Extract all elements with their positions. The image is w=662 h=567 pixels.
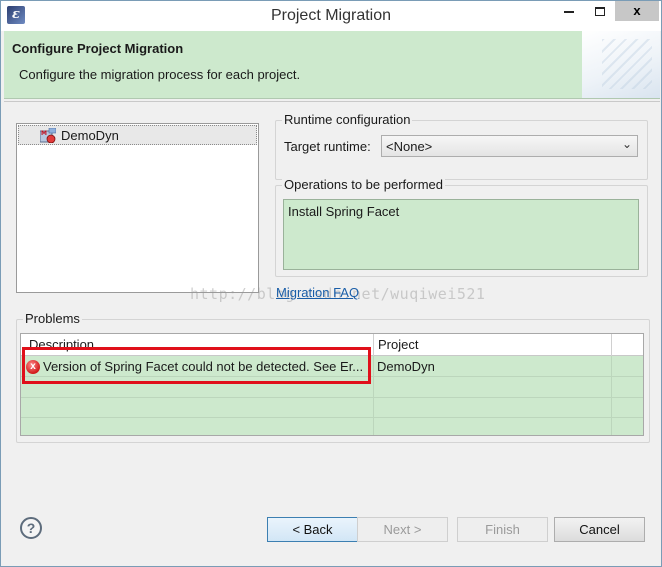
- column-header-filler: [611, 334, 643, 356]
- finish-button[interactable]: Finish: [457, 517, 548, 542]
- group-title: Runtime configuration: [282, 112, 413, 127]
- maximize-icon: [595, 7, 605, 17]
- problems-group: Problems Description Project x Version o…: [16, 311, 650, 443]
- migration-faq-link[interactable]: Migration FAQ: [276, 285, 359, 300]
- banner-description: Configure the migration process for each…: [19, 67, 301, 82]
- title-bar: ε Project Migration x: [1, 1, 661, 31]
- operations-list[interactable]: Install Spring Facet: [283, 199, 639, 270]
- cancel-button[interactable]: Cancel: [554, 517, 645, 542]
- banner-graphic: [582, 31, 660, 98]
- problem-project: DemoDyn: [377, 359, 435, 374]
- group-title: Problems: [23, 311, 82, 326]
- project-label: DemoDyn: [61, 128, 119, 143]
- chevron-down-icon: ⌄: [621, 137, 632, 151]
- runtime-configuration-group: Runtime configuration Target runtime: <N…: [275, 112, 648, 180]
- close-icon: x: [633, 3, 641, 18]
- maximize-button[interactable]: [585, 1, 615, 21]
- table-header: Description Project: [21, 334, 643, 356]
- group-title: Operations to be performed: [282, 177, 445, 192]
- wizard-banner: Configure Project Migration Configure th…: [4, 31, 660, 99]
- close-button[interactable]: x: [615, 1, 659, 21]
- table-row: [21, 378, 643, 398]
- maven-web-project-icon: M: [40, 128, 56, 143]
- banner-separator: [4, 101, 660, 102]
- table-row: [21, 418, 643, 435]
- operation-item: Install Spring Facet: [288, 204, 400, 219]
- svg-text:M: M: [41, 130, 47, 137]
- banner-title: Configure Project Migration: [12, 41, 184, 56]
- back-button[interactable]: < Back: [267, 517, 358, 542]
- problem-description: Version of Spring Facet could not be det…: [43, 359, 364, 374]
- operations-group: Operations to be performed Install Sprin…: [275, 177, 648, 277]
- target-runtime-select[interactable]: <None> ⌄: [381, 135, 638, 157]
- next-button[interactable]: Next >: [357, 517, 448, 542]
- project-migration-dialog: ε Project Migration x Configure Project …: [0, 0, 662, 567]
- table-row[interactable]: x Version of Spring Facet could not be d…: [21, 357, 643, 377]
- minimize-button[interactable]: [554, 1, 584, 21]
- help-icon[interactable]: ?: [20, 517, 42, 539]
- list-item[interactable]: M DemoDyn: [18, 125, 257, 145]
- column-header-description[interactable]: Description: [25, 334, 371, 356]
- error-icon: x: [26, 360, 40, 374]
- problems-table[interactable]: Description Project x Version of Spring …: [20, 333, 644, 436]
- table-row: [21, 398, 643, 418]
- target-runtime-label: Target runtime:: [284, 139, 371, 154]
- project-list[interactable]: M DemoDyn: [16, 123, 259, 293]
- column-header-project[interactable]: Project: [373, 334, 613, 356]
- minimize-icon: [564, 10, 574, 13]
- select-value: <None>: [386, 139, 433, 154]
